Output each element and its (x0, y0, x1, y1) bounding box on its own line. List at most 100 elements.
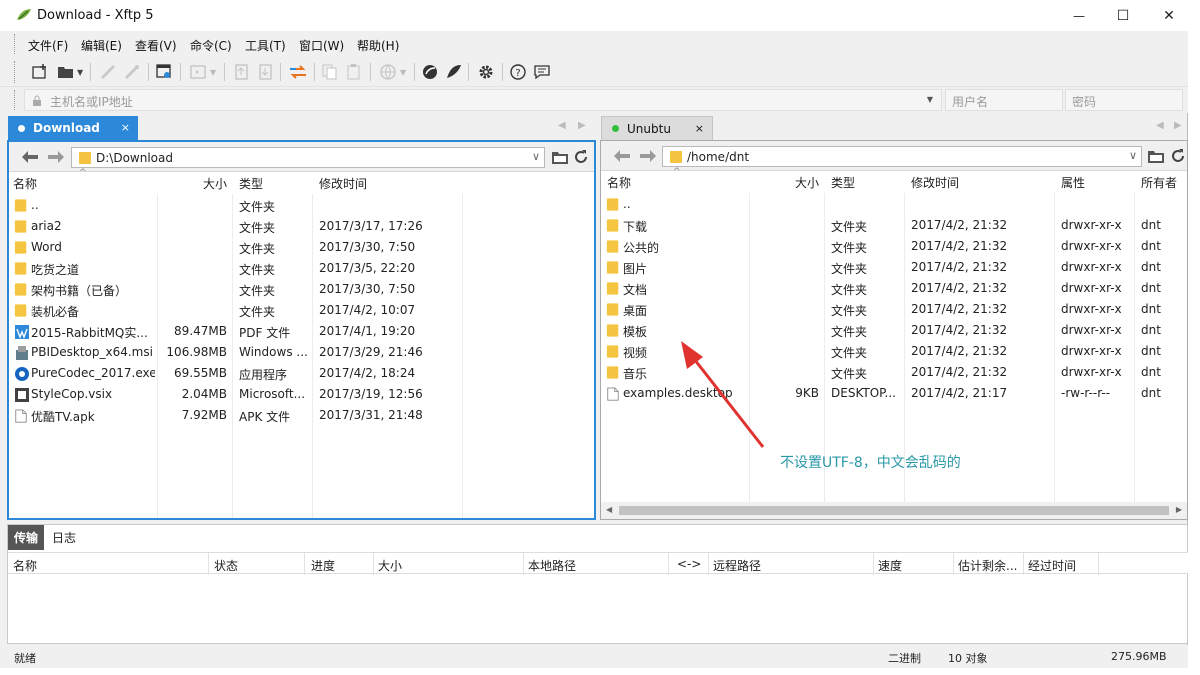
remote-path-input[interactable]: /home/dnt ∨ (662, 146, 1142, 167)
paste-icon[interactable] (344, 62, 364, 82)
forward-arrow-icon[interactable] (639, 149, 657, 163)
file-row[interactable]: 桌面 文件夹 2017/4/2, 21:32 drwxr-xr-x dnt (601, 299, 1187, 320)
col-progress[interactable]: 进度 (311, 557, 335, 574)
col-size[interactable]: 大小 (203, 175, 227, 192)
tab-next-icon[interactable]: ▶ (1174, 120, 1182, 131)
menu-grip[interactable] (14, 34, 17, 54)
menu-window[interactable]: 窗口(W) (299, 37, 344, 54)
tab-next-icon[interactable]: ▶ (578, 120, 586, 131)
file-row[interactable]: 架构书籍（已备） 文件夹 2017/3/30, 7:50 (9, 279, 594, 300)
back-arrow-icon[interactable] (613, 149, 631, 163)
col-size[interactable]: 大小 (795, 174, 819, 191)
path-dropdown-icon[interactable]: ∨ (1129, 149, 1137, 162)
col-status[interactable]: 状态 (214, 557, 238, 574)
forward-arrow-icon[interactable] (47, 150, 65, 164)
chat-icon[interactable] (532, 62, 552, 82)
scroll-left-icon[interactable]: ◀ (606, 505, 612, 514)
password-input[interactable]: 密码 (1065, 89, 1183, 111)
tab-prev-icon[interactable]: ◀ (1156, 120, 1164, 131)
menu-help[interactable]: 帮助(H) (357, 37, 399, 54)
help-icon[interactable]: ? (508, 62, 528, 82)
xshell-icon[interactable] (420, 62, 440, 82)
file-row[interactable]: PureCodec_2017.exe 69.55MB 应用程序 2017/4/2, 1… (9, 363, 594, 384)
file-row[interactable]: aria2 文件夹 2017/3/17, 17:26 (9, 216, 594, 237)
close-tab-icon[interactable]: × (121, 121, 130, 134)
menu-file[interactable]: 文件(F) (28, 37, 68, 54)
copy-icon[interactable] (320, 62, 340, 82)
file-row[interactable]: 图片 文件夹 2017/4/2, 21:32 drwxr-xr-x dnt (601, 257, 1187, 278)
file-row[interactable]: .. 文件夹 (9, 195, 594, 216)
col-speed[interactable]: 速度 (878, 557, 902, 574)
col-size[interactable]: 大小 (378, 557, 402, 574)
tab-transfer[interactable]: 传输 (8, 525, 44, 550)
file-row[interactable]: 文档 文件夹 2017/4/2, 21:32 drwxr-xr-x dnt (601, 278, 1187, 299)
menu-command[interactable]: 命令(C) (190, 37, 232, 54)
col-name[interactable]: 名称 (13, 175, 37, 192)
file-row[interactable]: 2015-RabbitMQ实... 89.47MB PDF 文件 2017/4/1, … (9, 321, 594, 342)
refresh-icon[interactable] (573, 149, 589, 165)
refresh-icon[interactable] (1170, 148, 1186, 164)
properties-icon[interactable] (154, 62, 174, 82)
close-tab-icon[interactable]: × (695, 122, 704, 135)
terminal-dropdown-icon[interactable]: ▼ (210, 68, 216, 77)
file-row[interactable]: 装机必备 文件夹 2017/4/2, 10:07 (9, 300, 594, 321)
open-folder-icon[interactable] (56, 62, 76, 82)
file-row[interactable]: 公共的 文件夹 2017/4/2, 21:32 drwxr-xr-x dnt (601, 236, 1187, 257)
download-icon[interactable] (256, 62, 276, 82)
local-path-input[interactable]: D:\Download ∨ (71, 147, 545, 168)
horizontal-scrollbar[interactable]: ◀ ▶ (601, 502, 1187, 519)
disconnect-icon[interactable] (122, 62, 142, 82)
xftp-icon[interactable] (444, 62, 464, 82)
tab-prev-icon[interactable]: ◀ (558, 120, 566, 131)
file-row[interactable]: 下载 文件夹 2017/4/2, 21:32 drwxr-xr-x dnt (601, 215, 1187, 236)
col-name[interactable]: 名称 (13, 557, 37, 574)
menu-tools[interactable]: 工具(T) (245, 37, 286, 54)
new-folder-icon[interactable] (1147, 148, 1165, 164)
file-row[interactable]: Word 文件夹 2017/3/30, 7:50 (9, 237, 594, 258)
scroll-right-icon[interactable]: ▶ (1176, 505, 1182, 514)
col-mtime[interactable]: 修改时间 (911, 174, 959, 191)
file-row[interactable]: .. (601, 194, 1187, 215)
address-grip[interactable] (14, 90, 17, 110)
terminal-icon[interactable] (188, 62, 208, 82)
tab-unubtu[interactable]: Unubtu × (601, 116, 713, 140)
gear-icon[interactable] (476, 62, 496, 82)
scrollbar-thumb[interactable] (619, 506, 1169, 515)
col-name[interactable]: 名称 (607, 174, 631, 191)
col-owner[interactable]: 所有者 (1141, 174, 1177, 191)
file-row[interactable]: PBIDesktop_x64.msi 106.98MB Windows ... 201… (9, 342, 594, 363)
host-input[interactable]: 主机名或IP地址 ▼ (24, 89, 942, 111)
col-remote-path[interactable]: 远程路径 (713, 557, 761, 574)
back-arrow-icon[interactable] (21, 150, 39, 164)
toolbar-grip[interactable] (14, 61, 17, 83)
maximize-button[interactable]: ☐ (1100, 0, 1146, 31)
globe-dropdown-icon[interactable]: ▼ (400, 68, 406, 77)
file-row[interactable]: StyleCop.vsix 2.04MB Microsoft... 2017/3/19… (9, 384, 594, 405)
col-elapsed[interactable]: 经过时间 (1028, 557, 1076, 574)
close-window-button[interactable]: ✕ (1146, 0, 1192, 31)
file-row[interactable]: 吃货之道 文件夹 2017/3/5, 22:20 (9, 258, 594, 279)
new-folder-icon[interactable] (551, 149, 569, 165)
host-dropdown-icon[interactable]: ▼ (927, 95, 933, 104)
connect-icon[interactable] (98, 62, 118, 82)
tab-download[interactable]: Download × (8, 116, 138, 140)
sync-icon[interactable] (288, 62, 308, 82)
globe-icon[interactable] (378, 62, 398, 82)
col-mtime[interactable]: 修改时间 (319, 175, 367, 192)
minimize-button[interactable]: — (1056, 0, 1102, 31)
col-eta[interactable]: 估计剩余... (958, 557, 1017, 574)
col-local-path[interactable]: 本地路径 (528, 557, 576, 574)
col-attr[interactable]: 属性 (1061, 174, 1085, 191)
col-type[interactable]: 类型 (831, 174, 855, 191)
menu-edit[interactable]: 编辑(E) (81, 37, 122, 54)
path-dropdown-icon[interactable]: ∨ (532, 150, 540, 163)
col-type[interactable]: 类型 (239, 175, 263, 192)
col-direction[interactable]: <-> (677, 557, 701, 571)
tab-log[interactable]: 日志 (46, 525, 82, 550)
open-dropdown-icon[interactable]: ▼ (77, 68, 83, 77)
menu-view[interactable]: 查看(V) (135, 37, 177, 54)
new-session-icon[interactable] (30, 62, 50, 82)
upload-icon[interactable] (232, 62, 252, 82)
file-row[interactable]: 优酷TV.apk 7.92MB APK 文件 2017/3/31, 21:48 (9, 405, 594, 426)
username-input[interactable]: 用户名 (945, 89, 1063, 111)
